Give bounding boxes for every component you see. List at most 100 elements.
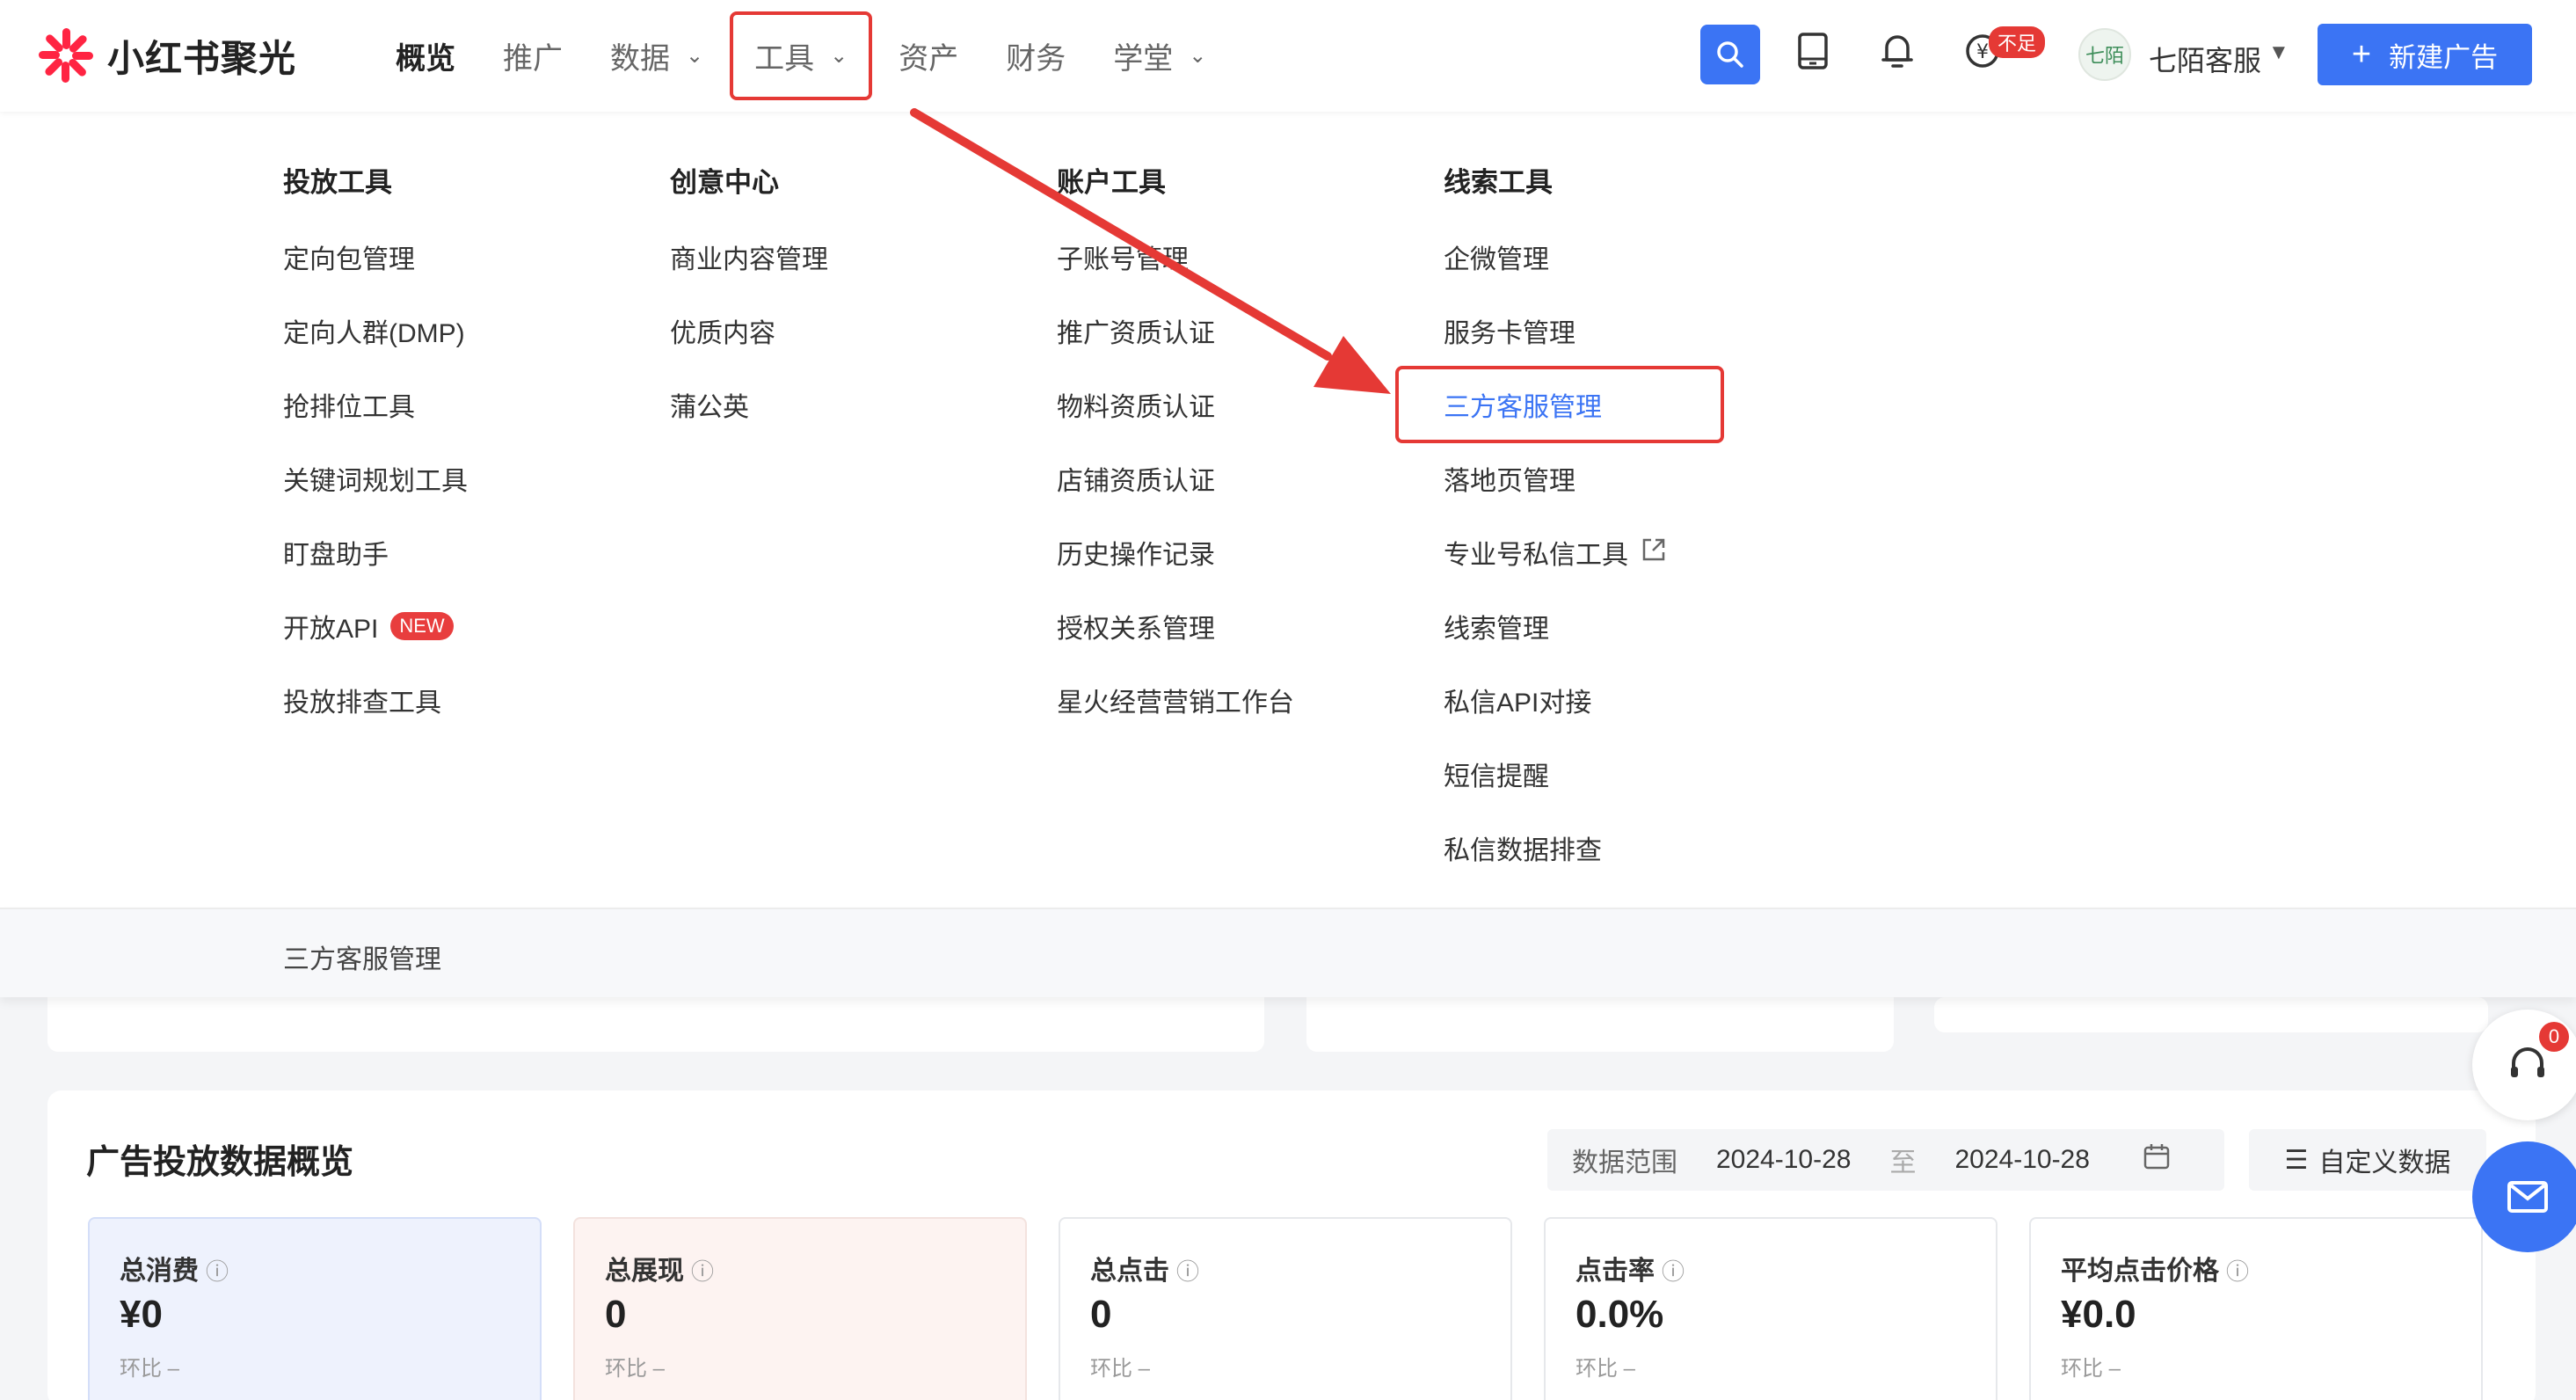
menu-item-pro-dm-tool-label: 专业号私信工具	[1444, 541, 1628, 570]
recent-item-third-party-cs[interactable]: 三方客服管理	[283, 937, 441, 976]
section-title: 广告投放数据概览	[86, 1144, 354, 1181]
avatar[interactable]: 七陌	[2078, 28, 2131, 81]
metric-compare: 环比 –	[120, 1357, 180, 1381]
nav-tools-label: 工具	[754, 42, 815, 76]
menu-item-pro-dm-tool[interactable]: 专业号私信工具	[1444, 535, 1667, 570]
new-badge: NEW	[390, 612, 454, 640]
metric-compare: 环比 –	[605, 1357, 666, 1381]
nav-tools[interactable]: 工具 ⌄	[730, 11, 873, 100]
menu-item-sub-accounts[interactable]: 子账号管理	[1057, 239, 1294, 274]
nav-assets-label: 资产	[899, 42, 959, 76]
metric-compare: 环比 –	[1090, 1357, 1151, 1381]
metric-card-total-spend[interactable]: 总消费 ⓘ ¥0 环比 –	[88, 1217, 542, 1400]
menu-item-store-qualification[interactable]: 店铺资质认证	[1057, 461, 1294, 496]
help-icon: ⓘ	[691, 1258, 715, 1285]
menu-item-targeting-package[interactable]: 定向包管理	[283, 239, 468, 274]
calendar-icon[interactable]	[2143, 1142, 2171, 1178]
menu-item-sms-reminder[interactable]: 短信提醒	[1444, 756, 1667, 791]
background-card-left	[47, 997, 1264, 1052]
menu-item-quality-content[interactable]: 优质内容	[670, 313, 828, 348]
range-start-date[interactable]: 2024-10-28	[1716, 1145, 1851, 1175]
nav-promotion[interactable]: 推广	[503, 34, 563, 77]
flower-logo-icon	[37, 26, 95, 84]
range-end-date[interactable]: 2024-10-28	[1954, 1145, 2089, 1175]
menu-item-promotion-qualification[interactable]: 推广资质认证	[1057, 313, 1294, 348]
menu-column-lead-tools: 线索工具 企微管理 服务卡管理 三方客服管理 落地页管理 专业号私信工具 线索管…	[1444, 160, 1667, 865]
help-icon: ⓘ	[2226, 1258, 2250, 1285]
menu-item-authorization[interactable]: 授权关系管理	[1057, 609, 1294, 644]
menu-item-landing-page[interactable]: 落地页管理	[1444, 461, 1667, 496]
search-icon	[1717, 41, 1743, 68]
metric-value: ¥0.0	[2061, 1293, 2136, 1336]
custom-data-button[interactable]: ☰ 自定义数据	[2249, 1129, 2486, 1191]
metric-card-clicks[interactable]: 总点击 ⓘ 0 环比 –	[1059, 1217, 1512, 1400]
caret-down-icon[interactable]: ▼	[2268, 40, 2289, 65]
svg-text:¥: ¥	[1976, 41, 1989, 63]
metric-card-ctr[interactable]: 点击率 ⓘ 0.0% 环比 –	[1544, 1217, 1997, 1400]
help-icon: ⓘ	[206, 1258, 229, 1285]
metric-card-avg-cpc[interactable]: 平均点击价格 ⓘ ¥0.0 环比 –	[2029, 1217, 2483, 1400]
search-button[interactable]	[1700, 25, 1760, 84]
brand-logo[interactable]: 小红书聚光	[37, 26, 296, 84]
nav-overview[interactable]: 概览	[396, 34, 455, 77]
menu-item-material-qualification[interactable]: 物料资质认证	[1057, 387, 1294, 422]
menu-item-dm-data-check[interactable]: 私信数据排查	[1444, 830, 1667, 865]
menu-item-open-api-label: 开放API	[283, 615, 379, 644]
balance-low-badge: 不足	[1989, 26, 2046, 58]
metric-value: 0	[1090, 1293, 1112, 1336]
avatar-text: 七陌	[2085, 45, 2124, 67]
message-button[interactable]	[2472, 1141, 2576, 1252]
ad-data-overview: 广告投放数据概览 数据范围 2024-10-28 至 2024-10-28 ☰ …	[47, 1090, 2536, 1400]
menu-item-dm-api[interactable]: 私信API对接	[1444, 682, 1667, 718]
metric-label: 总消费 ⓘ	[120, 1257, 229, 1286]
chevron-down-icon: ⌄	[686, 44, 704, 68]
new-ad-button-label: 新建广告	[2389, 41, 2499, 73]
menu-item-monitor-assistant[interactable]: 盯盘助手	[283, 535, 468, 570]
metric-compare: 环比 –	[1575, 1357, 1636, 1381]
metric-value: 0.0%	[1575, 1293, 1664, 1336]
menu-item-keyword-planner[interactable]: 关键词规划工具	[283, 461, 468, 496]
date-range-picker[interactable]: 数据范围 2024-10-28 至 2024-10-28	[1547, 1129, 2224, 1191]
top-navigation-bar: 小红书聚光 概览 推广 数据 ⌄ 工具 ⌄ 资产 财务 学堂 ⌄ ¥ 不足 七陌…	[0, 0, 2576, 112]
new-ad-button[interactable]: + 新建广告	[2318, 24, 2532, 85]
nav-data-label: 数据	[610, 42, 670, 76]
menu-item-troubleshoot-tool[interactable]: 投放排查工具	[283, 682, 468, 718]
headset-icon	[2511, 1047, 2544, 1077]
nav-finance[interactable]: 财务	[1006, 34, 1066, 77]
nav-overview-label: 概览	[396, 42, 455, 76]
menu-item-spark-workbench[interactable]: 星火经营营销工作台	[1057, 682, 1294, 718]
menu-column-delivery-tools: 投放工具 定向包管理 定向人群(DMP) 抢排位工具 关键词规划工具 盯盘助手 …	[283, 160, 468, 718]
menu-item-lead-management[interactable]: 线索管理	[1444, 609, 1667, 644]
nav-data[interactable]: 数据 ⌄	[610, 34, 703, 77]
tools-mega-menu: 投放工具 定向包管理 定向人群(DMP) 抢排位工具 关键词规划工具 盯盘助手 …	[0, 112, 2576, 908]
column-title: 投放工具	[283, 167, 392, 198]
menu-item-dandelion[interactable]: 蒲公英	[670, 387, 828, 422]
tablet-icon[interactable]	[1797, 32, 1829, 79]
nav-academy-label: 学堂	[1113, 42, 1174, 76]
menu-item-ranking-tool[interactable]: 抢排位工具	[283, 387, 468, 422]
metric-card-impressions[interactable]: 总展现 ⓘ 0 环比 –	[573, 1217, 1027, 1400]
range-label: 数据范围	[1572, 1148, 1677, 1178]
menu-item-service-card[interactable]: 服务卡管理	[1444, 313, 1667, 348]
metric-value: 0	[605, 1293, 627, 1336]
menu-item-open-api[interactable]: 开放API NEW	[283, 609, 468, 644]
bell-icon[interactable]	[1880, 32, 1915, 79]
chevron-down-icon: ⌄	[830, 44, 848, 68]
main-nav: 概览 推广 数据 ⌄ 工具 ⌄ 资产 财务 学堂 ⌄	[396, 0, 1254, 112]
metric-value: ¥0	[120, 1293, 163, 1336]
custom-data-label: 自定义数据	[2318, 1148, 2451, 1178]
nav-academy[interactable]: 学堂 ⌄	[1113, 34, 1206, 77]
menu-item-business-content[interactable]: 商业内容管理	[670, 239, 828, 274]
plus-icon: +	[2351, 35, 2372, 73]
help-icon: ⓘ	[1176, 1258, 1200, 1285]
help-icon: ⓘ	[1662, 1258, 1685, 1285]
menu-column-account-tools: 账户工具 子账号管理 推广资质认证 物料资质认证 店铺资质认证 历史操作记录 授…	[1057, 160, 1294, 718]
chevron-down-icon: ⌄	[1189, 44, 1207, 68]
nav-assets[interactable]: 资产	[899, 34, 958, 77]
cs-unread-badge: 0	[2539, 1022, 2569, 1052]
menu-item-wecom[interactable]: 企微管理	[1444, 239, 1667, 274]
menu-item-dmp-audience[interactable]: 定向人群(DMP)	[283, 313, 468, 348]
annotation-highlight-box	[1395, 366, 1724, 443]
account-name[interactable]: 七陌客服	[2149, 39, 2261, 79]
menu-item-operation-history[interactable]: 历史操作记录	[1057, 535, 1294, 570]
